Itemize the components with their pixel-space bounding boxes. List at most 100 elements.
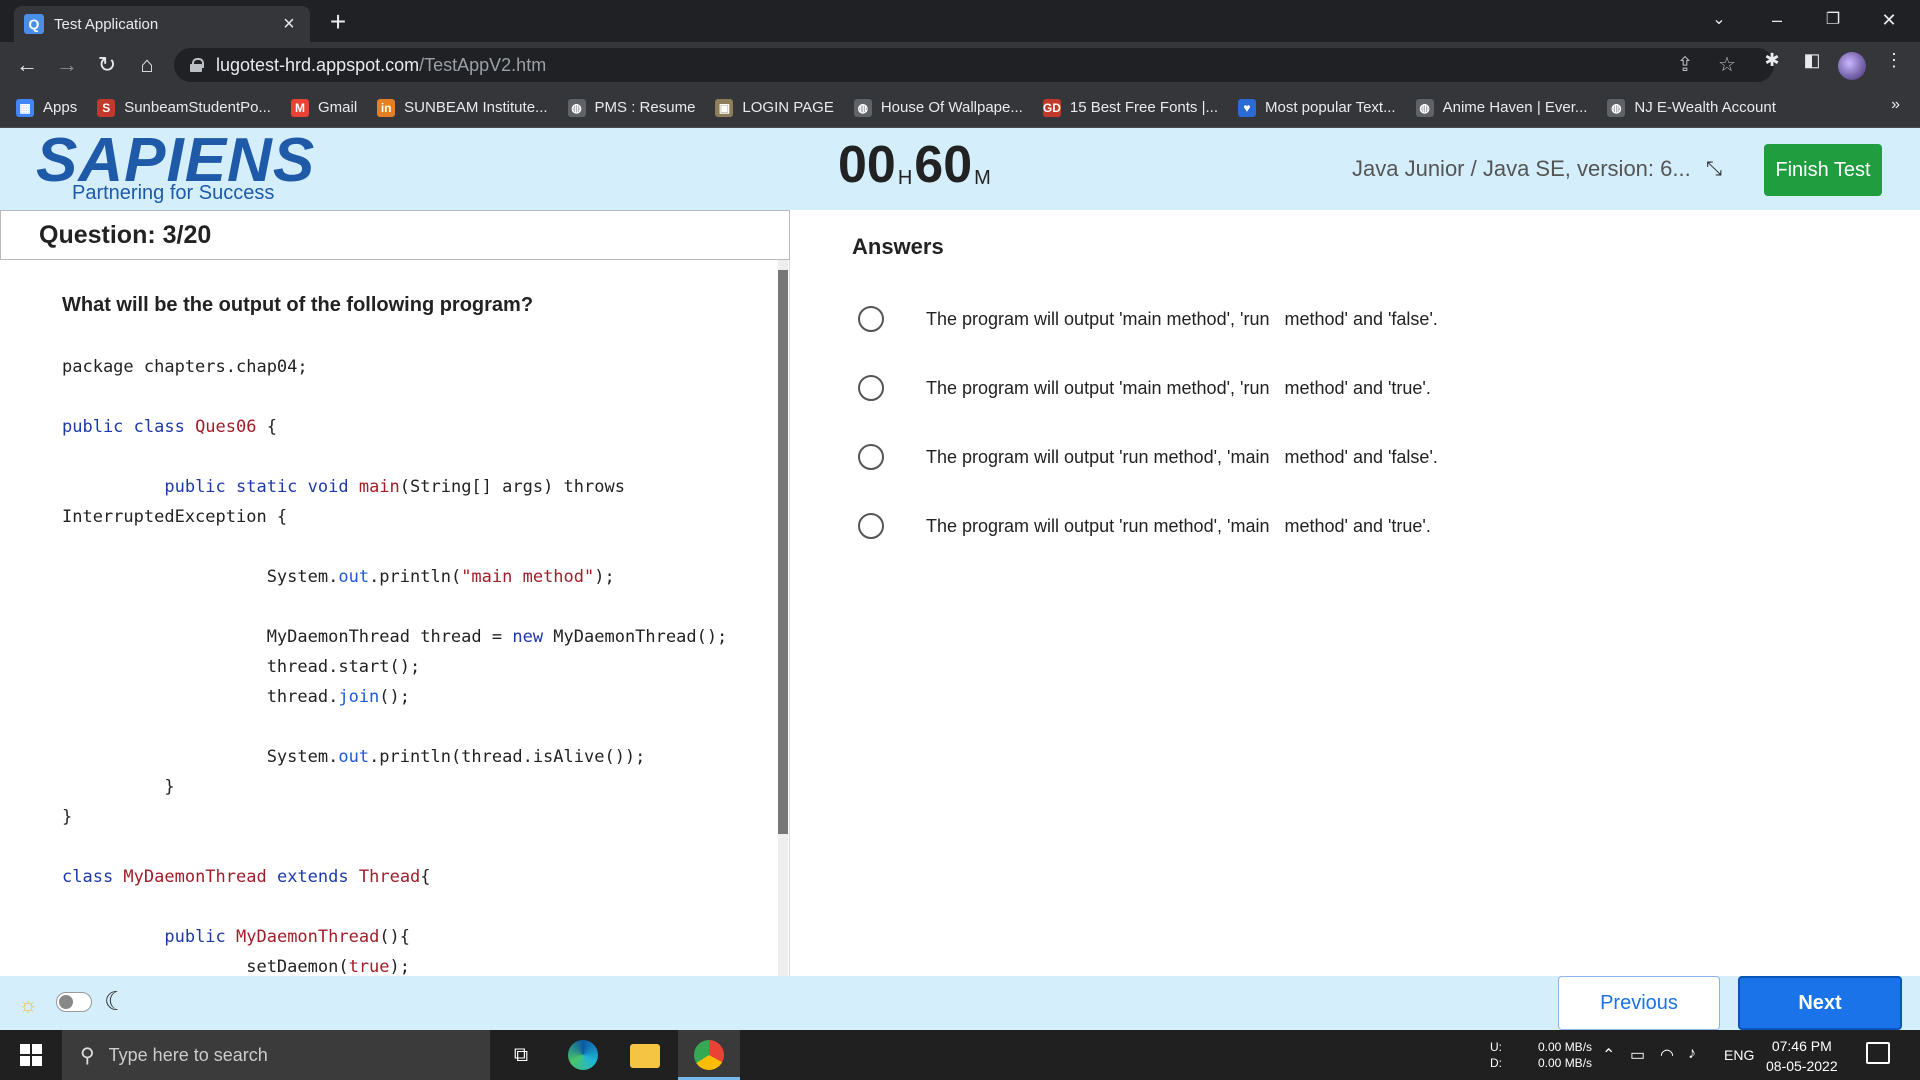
code-token: new (512, 627, 544, 647)
reload-icon[interactable]: ↻ (92, 50, 122, 80)
task-view-icon[interactable]: ⧉ (506, 1040, 536, 1070)
address-bar[interactable]: lugotest-hrd.appspot.com /TestAppV2.htm … (174, 48, 1774, 82)
globe-icon: ◍ (853, 98, 872, 117)
new-tab-icon[interactable]: + (322, 6, 354, 38)
code-token: MyDaemonThread(); (543, 627, 728, 647)
timer-minutes: 60 (914, 136, 973, 194)
bookmark-star-icon[interactable]: ☆ (1712, 50, 1742, 80)
answer-option[interactable]: The program will output 'main method', '… (858, 375, 1431, 401)
collapse-icon[interactable]: ⤡ (1706, 158, 1722, 181)
code-line: } (62, 772, 727, 802)
net-up-label: U: (1490, 1040, 1502, 1054)
url-path: /TestAppV2.htm (419, 54, 547, 75)
bookmark-item[interactable]: GD 15 Best Free Fonts |... (1042, 98, 1218, 117)
code-token: } (62, 777, 175, 797)
home-icon[interactable]: ⌂ (132, 50, 162, 80)
forward-icon[interactable]: → (52, 50, 82, 80)
share-icon[interactable]: ⇪ (1670, 50, 1700, 80)
close-window-icon[interactable]: ✕ (1866, 4, 1912, 36)
extensions-icon[interactable]: ✱ (1758, 50, 1786, 71)
code-token: true (348, 957, 390, 976)
globe-icon: ◍ (1415, 98, 1434, 117)
answer-option[interactable]: The program will output 'main method', '… (858, 306, 1438, 332)
next-button[interactable]: Next (1738, 976, 1902, 1030)
code-token: .println(thread.isAlive()); (369, 747, 646, 767)
theme-toggle[interactable] (56, 992, 92, 1012)
code-token: out (338, 747, 370, 767)
back-icon[interactable]: ← (12, 50, 42, 80)
bookmark-item[interactable]: S SunbeamStudentPo... (97, 98, 271, 117)
chrome-icon[interactable] (694, 1040, 724, 1070)
code-token: Thread (358, 867, 421, 887)
app-footer: ☼ ☾ Previous Next (0, 976, 1920, 1030)
bookmark-item[interactable]: in SUNBEAM Institute... (377, 98, 548, 117)
bookmark-item[interactable]: ◍ House Of Wallpape... (853, 98, 1023, 117)
menu-kebab-icon[interactable]: ⋮ (1880, 50, 1908, 71)
fonts-icon: GD (1042, 98, 1061, 117)
notification-icon[interactable] (1866, 1042, 1890, 1064)
bookmark-label: House Of Wallpape... (880, 99, 1023, 116)
bookmark-item[interactable]: ♥ Most popular Text... (1237, 98, 1396, 117)
bookmark-item[interactable]: M Gmail (290, 98, 357, 117)
tab-close-icon[interactable]: × (278, 13, 300, 36)
restore-icon[interactable]: ❐ (1810, 4, 1856, 36)
system-clock[interactable]: 07:46 PM 08-05-2022 (1766, 1036, 1838, 1076)
side-panel-icon[interactable]: ◧ (1798, 50, 1826, 71)
tray-chevron-icon[interactable]: ⌃ (1602, 1045, 1615, 1065)
minimize-icon[interactable]: – (1754, 4, 1800, 36)
net-download-speed: 0.00 MB/s (1538, 1056, 1593, 1070)
code-token: main (358, 477, 400, 497)
taskbar-search-input[interactable]: ⚲ Type here to search (62, 1030, 490, 1080)
answer-radio[interactable] (858, 444, 884, 470)
code-token: "main method" (461, 567, 595, 587)
bookmarks-more-icon[interactable]: » (1891, 96, 1900, 114)
scrollbar-thumb[interactable] (778, 270, 788, 834)
bookmarks-bar: ▦ Apps S SunbeamStudentPo... M Gmail in SUNBEAM… (0, 88, 1920, 128)
wifi-icon[interactable]: ◠ (1660, 1045, 1674, 1065)
code-line: } (62, 802, 727, 832)
volume-icon[interactable]: ♪ (1688, 1045, 1696, 1063)
code-token: MyDaemonThread (123, 867, 267, 887)
answer-option[interactable]: The program will output 'run method', 'm… (858, 513, 1431, 539)
answer-radio[interactable] (858, 306, 884, 332)
file-explorer-icon[interactable] (630, 1044, 660, 1068)
code-token: System. (62, 567, 339, 587)
windows-start-icon[interactable] (20, 1044, 42, 1066)
question-counter: Question: 3/20 (0, 210, 790, 260)
code-line: setDaemon(true); (62, 952, 727, 976)
finish-test-button[interactable]: Finish Test (1764, 144, 1882, 196)
answer-option-text: The program will output 'run method', 'm… (926, 446, 1438, 467)
bookmark-label: Anime Haven | Ever... (1442, 99, 1588, 116)
answer-radio[interactable] (858, 513, 884, 539)
bookmark-item[interactable]: ◍ Anime Haven | Ever... (1415, 98, 1588, 117)
tab-search-icon[interactable]: ⌄ (1696, 4, 1742, 36)
answer-option-text: The program will output 'run method', 'm… (926, 515, 1431, 536)
bookmark-item[interactable]: ▦ Apps (16, 98, 77, 117)
bookmark-label: 15 Best Free Fonts |... (1069, 99, 1218, 116)
timer-hours: 00 (838, 136, 896, 194)
profile-avatar[interactable] (1838, 52, 1866, 80)
edge-browser-icon[interactable] (568, 1040, 598, 1070)
code-token: } (62, 807, 73, 827)
browser-tab[interactable]: Q Test Application × (14, 6, 310, 42)
question-scrollbar[interactable] (778, 260, 788, 976)
bookmark-item[interactable]: ◍ NJ E-Wealth Account (1607, 98, 1776, 117)
bookmark-item[interactable]: ◍ PMS : Resume (567, 98, 695, 117)
answer-option[interactable]: The program will output 'run method', 'm… (858, 444, 1438, 470)
code-token: ); (389, 957, 411, 976)
language-indicator[interactable]: ENG (1724, 1047, 1754, 1063)
code-token: setDaemon( (62, 957, 349, 976)
answer-radio[interactable] (858, 375, 884, 401)
previous-button[interactable]: Previous (1558, 976, 1720, 1030)
lock-icon[interactable] (190, 58, 204, 72)
bookmark-item[interactable]: ▣ LOGIN PAGE (715, 98, 834, 117)
battery-icon[interactable]: ▭ (1630, 1045, 1645, 1065)
